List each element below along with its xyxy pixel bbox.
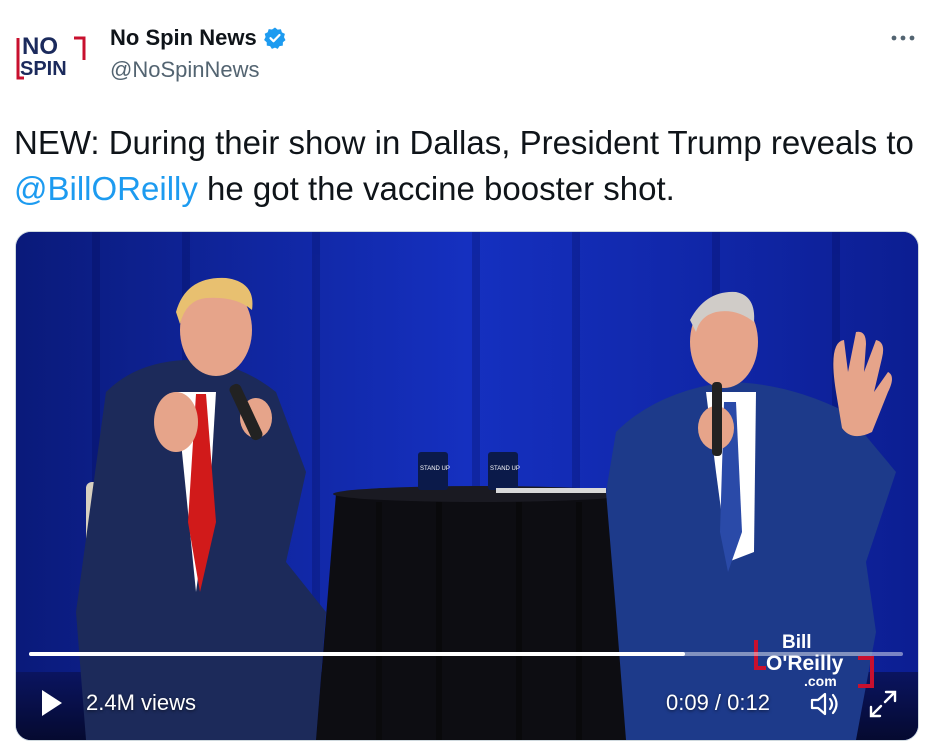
svg-text:Bill: Bill	[782, 632, 812, 653]
view-count: 2.4M views	[86, 690, 197, 715]
svg-text:STAND UP: STAND UP	[420, 466, 450, 472]
verified-badge-icon	[263, 27, 286, 49]
volume-icon[interactable]	[808, 687, 842, 721]
svg-text:SPIN: SPIN	[20, 58, 67, 80]
watermark-logo: Bill O'Reilly .com	[754, 628, 876, 690]
tweet-text-part2: he got the vaccine booster shot.	[197, 170, 675, 207]
fullscreen-icon[interactable]	[866, 687, 900, 721]
svg-text:NO: NO	[22, 33, 58, 60]
video-time: 0:09 / 0:12	[666, 690, 770, 715]
video-progress-bar[interactable]	[29, 652, 903, 656]
tweet-text-part1: NEW: During their show in Dallas, Presid…	[14, 124, 914, 161]
video-player[interactable]: STAND UP STAND UP Bill O'Reilly .com 2.4…	[15, 231, 919, 741]
avatar[interactable]: NO SPIN	[14, 28, 94, 84]
author-name-text[interactable]: No Spin News	[110, 25, 257, 51]
author-name[interactable]: No Spin News	[110, 25, 287, 51]
more-dots-icon[interactable]	[886, 26, 922, 50]
svg-text:STAND UP: STAND UP	[490, 466, 520, 472]
play-icon[interactable]	[38, 687, 66, 719]
author-handle[interactable]: @NoSpinNews	[110, 57, 260, 83]
mention-link[interactable]: @BillOReilly	[14, 170, 198, 207]
tweet-text: NEW: During their show in Dallas, Presid…	[14, 120, 924, 212]
video-progress-fill	[29, 652, 685, 656]
